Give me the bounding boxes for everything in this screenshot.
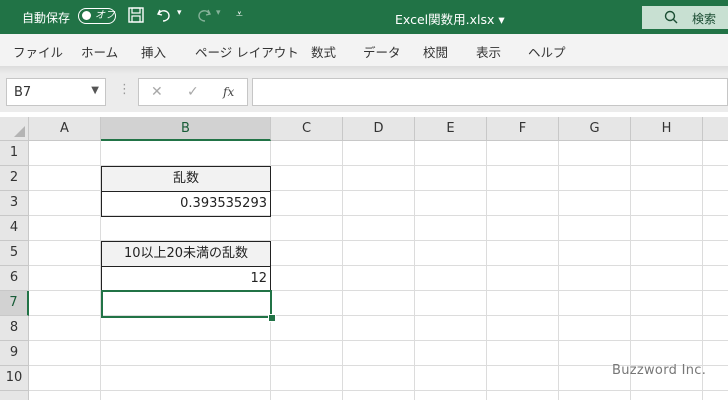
tab-formulas[interactable]: 数式 [311, 42, 336, 61]
formula-buttons: ✕ ✓ fx [138, 78, 248, 106]
column-header-i[interactable] [703, 117, 728, 141]
cell-b2[interactable]: 乱数 [101, 166, 271, 192]
tab-home[interactable]: ホーム [81, 42, 118, 61]
toggle-knob [82, 11, 91, 20]
gridline [29, 390, 728, 391]
formula-bar: B7 ▼ ⋮ ✕ ✓ fx [0, 74, 728, 112]
cell-b6[interactable]: 12 [101, 266, 271, 292]
worksheet-grid[interactable]: A B C D E F G H 1 2 3 4 5 6 7 8 9 10 乱数 … [0, 117, 728, 400]
row-header-5[interactable]: 5 [0, 241, 29, 266]
search-label: 検索 [692, 12, 717, 26]
autosave-state: オフ [95, 10, 115, 21]
row-header-8[interactable]: 8 [0, 316, 29, 341]
formula-input[interactable] [252, 78, 728, 106]
gridline [486, 141, 487, 400]
active-cell-b7[interactable] [101, 290, 272, 318]
gridline [702, 141, 703, 400]
fill-handle[interactable] [268, 314, 276, 322]
name-box[interactable]: B7 ▼ [6, 78, 106, 106]
search-icon [664, 10, 678, 24]
tab-file[interactable]: ファイル [13, 42, 63, 61]
search-box[interactable]: 検索 [642, 6, 728, 29]
gridline [29, 340, 728, 341]
column-header-d[interactable]: D [343, 117, 415, 141]
ribbon-divider [0, 66, 728, 74]
tab-view[interactable]: 表示 [476, 42, 501, 61]
row-header-6[interactable]: 6 [0, 266, 29, 291]
document-title[interactable]: Excel関数用.xlsx ▾ [395, 9, 505, 28]
save-icon[interactable] [127, 6, 145, 28]
tab-help[interactable]: ヘルプ [528, 42, 566, 61]
redo-icon [195, 6, 213, 28]
customize-toolbar-icon[interactable]: ⩡ [236, 7, 243, 22]
insert-function-button[interactable]: fx [223, 85, 234, 99]
column-header-f[interactable]: F [487, 117, 559, 141]
column-header-h[interactable]: H [631, 117, 703, 141]
chevron-down-icon[interactable]: ▼ [91, 85, 99, 96]
tab-data[interactable]: データ [363, 42, 401, 61]
row-header-7[interactable]: 7 [0, 291, 29, 316]
more-options-icon[interactable]: ⋮ [118, 82, 131, 97]
undo-icon[interactable] [155, 6, 173, 28]
row-header-11[interactable] [0, 391, 29, 400]
select-all-button[interactable] [0, 117, 29, 141]
watermark: Buzzword Inc. [612, 363, 707, 378]
gridline [630, 141, 631, 400]
tab-insert[interactable]: 挿入 [141, 42, 166, 61]
tab-review[interactable]: 校閲 [423, 42, 448, 61]
undo-dropdown-icon[interactable]: ▾ [177, 8, 182, 18]
gridline [558, 141, 559, 400]
row-header-1[interactable]: 1 [0, 141, 29, 166]
cell-b5[interactable]: 10以上20未満の乱数 [101, 241, 271, 267]
row-header-2[interactable]: 2 [0, 166, 29, 191]
cell-b3[interactable]: 0.393535293 [101, 191, 271, 217]
column-header-a[interactable]: A [29, 117, 101, 141]
row-header-10[interactable]: 10 [0, 366, 29, 391]
ribbon-tabs: ファイル ホーム 挿入 ページ レイアウト 数式 データ 校閲 表示 ヘルプ [0, 34, 728, 66]
title-bar: 自動保存 オフ ▾ ▾ ⩡ Excel関数用.xlsx ▾ 検索 [0, 0, 728, 34]
gridline [342, 141, 343, 400]
tab-page-layout[interactable]: ページ レイアウト [195, 42, 299, 61]
enter-icon[interactable]: ✓ [187, 84, 199, 100]
column-header-g[interactable]: G [559, 117, 631, 141]
redo-dropdown-icon: ▾ [216, 8, 221, 18]
row-header-9[interactable]: 9 [0, 341, 29, 366]
column-header-b[interactable]: B [101, 117, 271, 141]
autosave-label: 自動保存 [22, 11, 71, 25]
column-header-c[interactable]: C [271, 117, 343, 141]
row-header-3[interactable]: 3 [0, 191, 29, 216]
name-box-value: B7 [14, 85, 32, 100]
select-all-icon [14, 126, 25, 137]
autosave-toggle[interactable]: オフ [78, 8, 116, 24]
cancel-icon[interactable]: ✕ [151, 84, 163, 100]
column-header-e[interactable]: E [415, 117, 487, 141]
row-header-4[interactable]: 4 [0, 216, 29, 241]
title-dropdown-icon: ▾ [498, 12, 505, 27]
gridline [414, 141, 415, 400]
